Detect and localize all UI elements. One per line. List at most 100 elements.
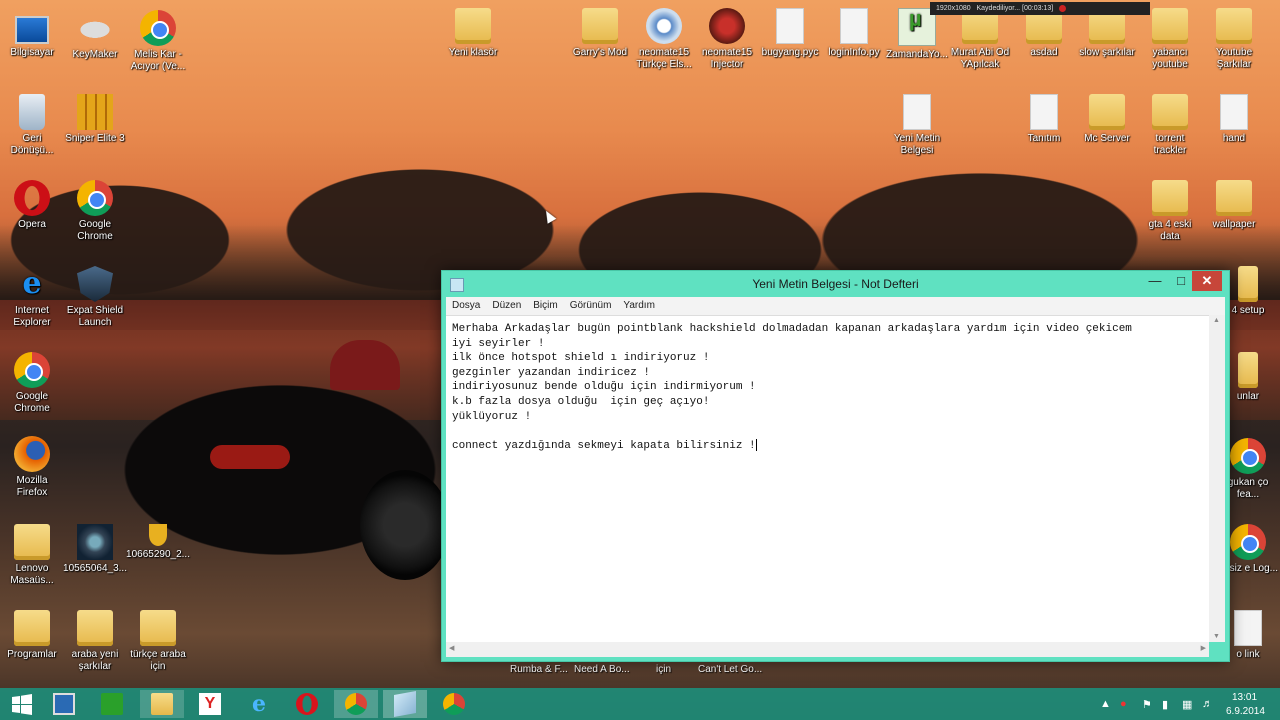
- desktop-icon-keymaker[interactable]: KeyMaker: [63, 10, 127, 61]
- menu-dosya[interactable]: Dosya: [446, 297, 486, 311]
- desktop-icon-firefox[interactable]: Mozilla Firefox: [0, 436, 64, 499]
- desktop-icon-torrent-trackler[interactable]: torrent trackler: [1138, 94, 1202, 157]
- menu-gorunum[interactable]: Görünüm: [564, 297, 618, 311]
- vertical-scrollbar[interactable]: [1209, 315, 1225, 642]
- taskbar-ie[interactable]: e: [237, 690, 281, 718]
- chrome-icon: [443, 693, 465, 715]
- maximize-button[interactable]: □: [1168, 271, 1194, 291]
- taskbar-chrome-2[interactable]: [432, 690, 476, 718]
- taskbar-chrome[interactable]: [334, 690, 378, 718]
- desktop-icon-computer[interactable]: Bilgisayar: [0, 10, 64, 59]
- taskbar-yandex[interactable]: Y: [188, 690, 232, 718]
- editor-line: gezginler yazandan indiricez !: [452, 366, 651, 379]
- image-icon: [149, 524, 167, 546]
- desktop-icon-murat-abi[interactable]: Murat Abi Od YApılcak: [948, 8, 1012, 71]
- desktop-label-icin[interactable]: için: [656, 664, 671, 675]
- text-editor[interactable]: Merhaba Arkadaşlar bugün pointblank hack…: [446, 315, 1209, 642]
- gear-icon: [646, 8, 682, 44]
- desktop-icon-logininfo[interactable]: loginInfo.py: [822, 8, 886, 59]
- action-center-icon[interactable]: ⚑: [1142, 698, 1152, 711]
- notepad-window[interactable]: Yeni Metin Belgesi - Not Defteri — □ ✕ D…: [441, 270, 1230, 662]
- desktop-icon-expat-shield[interactable]: Expat Shield Launch: [63, 266, 127, 329]
- desktop-icon-image-1[interactable]: 10565064_3...: [63, 524, 127, 575]
- desktop-icon-yeni-klasor[interactable]: Yeni klasör: [441, 8, 505, 59]
- desktop-icon-wallpaper[interactable]: wallpaper: [1202, 180, 1266, 231]
- record-icon[interactable]: [1059, 4, 1067, 12]
- desktop-label-rumba[interactable]: Rumba & F...: [510, 664, 568, 675]
- show-hidden-icons-icon[interactable]: ▲: [1100, 698, 1111, 710]
- desktop-icon-tanitim[interactable]: Tanıtım: [1012, 94, 1076, 145]
- desktop-icon: [53, 693, 75, 715]
- file-icon: [840, 8, 868, 44]
- desktop-icon-mc-server[interactable]: Mc Server: [1075, 94, 1139, 145]
- minimize-button[interactable]: —: [1142, 271, 1168, 291]
- antivirus-icon[interactable]: ●: [1120, 698, 1127, 710]
- desktop-icon-chrome[interactable]: Google Chrome: [63, 180, 127, 243]
- yandex-icon: Y: [199, 693, 221, 715]
- taskbar-file-explorer[interactable]: [140, 690, 184, 718]
- wallpaper-car-seat: [330, 340, 400, 390]
- taskbar-desktop[interactable]: [42, 690, 86, 718]
- file-explorer-icon: [151, 693, 173, 715]
- editor-line: k.b fazla dosya olduğu için geç açıyo!: [452, 395, 710, 408]
- desktop-label-need-a-bo[interactable]: Need A Bo...: [574, 664, 630, 675]
- desktop-icon-zamanda[interactable]: ZamandaYo...: [885, 8, 949, 61]
- desktop-icon-gta4[interactable]: gta 4 eski data: [1138, 180, 1202, 243]
- ie-icon: e: [252, 691, 266, 717]
- screen-recorder-bar[interactable]: 1920x1080 Kaydediliyor... [00:03:13]: [930, 2, 1150, 15]
- desktop-icon-sniper-elite[interactable]: Sniper Elite 3: [63, 94, 127, 145]
- text-caret: [755, 438, 757, 451]
- desktop-icon-bugyang[interactable]: bugyang.pyc: [758, 8, 822, 59]
- desktop-icon-hand[interactable]: hand: [1202, 94, 1266, 145]
- desktop-icon-neomate-injector[interactable]: neomate15 Injector: [695, 8, 759, 71]
- folder-icon: [1152, 180, 1188, 216]
- chrome-icon: [14, 352, 50, 388]
- image-icon: [77, 524, 113, 560]
- taskbar-opera[interactable]: [285, 690, 329, 718]
- desktop-icon-slow-sarkilar[interactable]: slow şarkılar: [1075, 8, 1139, 59]
- taskbar-notepad[interactable]: [383, 690, 427, 718]
- network-icon[interactable]: ▦: [1182, 698, 1192, 711]
- desktop-icon-opera[interactable]: Opera: [0, 180, 64, 231]
- desktop-icon-recycle-bin[interactable]: Geri Dönüşü...: [0, 94, 64, 157]
- keymaker-icon: [77, 10, 113, 46]
- desktop-icon-araba-yeni[interactable]: araba yeni şarkılar: [63, 610, 127, 673]
- desktop-icon-melis-kar[interactable]: Melis Kar - Acıyor (Ve...: [126, 10, 190, 73]
- firefox-icon: [14, 436, 50, 472]
- menu-duzen[interactable]: Düzen: [486, 297, 527, 311]
- folder-icon: [77, 610, 113, 646]
- start-button[interactable]: [0, 690, 44, 718]
- desktop-icon-yabanci-youtube[interactable]: yabancı youtube: [1138, 8, 1202, 71]
- chrome-icon: [345, 693, 367, 715]
- volume-icon[interactable]: ♬: [1202, 698, 1213, 710]
- notepad-icon: [394, 691, 416, 717]
- desktop-icon-image-2[interactable]: 10665290_2...: [126, 524, 190, 561]
- desktop-icon-asdad[interactable]: asdad: [1012, 8, 1076, 59]
- folder-icon: [455, 8, 491, 44]
- desktop-icon-ie[interactable]: e Internet Explorer: [0, 266, 64, 329]
- horizontal-scrollbar[interactable]: [446, 642, 1209, 657]
- taskbar-store[interactable]: [90, 690, 134, 718]
- clock-date[interactable]: 6.9.2014: [1226, 706, 1265, 717]
- desktop-icon-neomate-turkce[interactable]: neomate15 Türkçe Els...: [632, 8, 696, 71]
- menu-bicim[interactable]: Biçim: [527, 297, 563, 311]
- desktop-icon-chrome-2[interactable]: Google Chrome: [0, 352, 64, 415]
- desktop-icon-youtube-sarkilar[interactable]: Youtube Şarkılar: [1202, 8, 1266, 71]
- chrome-shortcut-icon: [140, 10, 176, 46]
- editor-line: indiriyosunuz bende olduğu için indirmiy…: [452, 381, 756, 394]
- start-icon: [12, 694, 32, 715]
- desktop-icon-lenovo[interactable]: Lenovo Masaüs...: [0, 524, 64, 587]
- clock-time[interactable]: 13:01: [1232, 692, 1257, 703]
- desktop-icon-programlar[interactable]: Programlar: [0, 610, 64, 661]
- menu-yardim[interactable]: Yardım: [617, 297, 661, 311]
- desktop-icon-garrys-mod[interactable]: Garry's Mod: [568, 8, 632, 59]
- power-icon[interactable]: ▮: [1162, 698, 1168, 711]
- wallpaper-car-wheel: [360, 470, 450, 580]
- store-icon: [101, 693, 123, 715]
- desktop-icon-turkce-araba[interactable]: türkçe araba için: [126, 610, 190, 673]
- desktop-label-cant-let-go[interactable]: Can't Let Go...: [698, 664, 762, 675]
- desktop-icon-yeni-metin-belgesi[interactable]: Yeni Metin Belgesi: [885, 94, 949, 157]
- notepad-titlebar[interactable]: Yeni Metin Belgesi - Not Defteri — □ ✕: [442, 271, 1229, 297]
- close-button[interactable]: ✕: [1192, 271, 1222, 291]
- opera-icon: [296, 693, 318, 715]
